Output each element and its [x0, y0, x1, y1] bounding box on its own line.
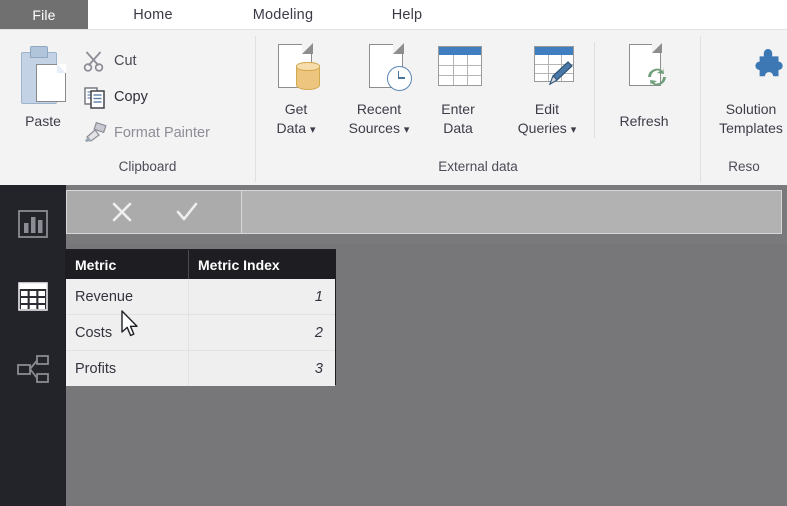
cell-metric[interactable]: Revenue — [66, 279, 188, 314]
bar-chart-icon — [18, 210, 48, 238]
tab-home[interactable]: Home — [88, 0, 218, 29]
tab-bar-filler — [466, 0, 787, 29]
tab-help-label: Help — [391, 6, 423, 23]
tab-home-label: Home — [133, 6, 173, 23]
sidebar-item-report-view[interactable] — [0, 197, 66, 253]
copy-icon — [82, 84, 108, 110]
recent-sources-label-line1: Recent — [356, 101, 402, 117]
recent-sources-button[interactable]: Recent Sources ▾ — [337, 38, 421, 158]
sidebar-item-data-view[interactable] — [0, 269, 66, 325]
tab-modeling[interactable]: Modeling — [218, 0, 348, 29]
view-switcher-sidebar — [0, 185, 66, 506]
cancel-icon[interactable] — [107, 197, 137, 227]
column-header-metric[interactable]: Metric — [66, 250, 188, 279]
table-row[interactable]: Costs 2 — [66, 315, 335, 351]
edit-queries-button[interactable]: Edit Queries ▾ — [506, 38, 588, 158]
copy-button[interactable]: Copy — [82, 80, 148, 114]
get-data-label-line2: Data — [276, 120, 307, 136]
solution-templates-label-line2: Templates — [719, 120, 783, 136]
tab-file-label: File — [32, 6, 56, 23]
table-grid-icon — [18, 282, 48, 311]
table-row[interactable]: Profits 3 — [66, 351, 335, 386]
refresh-button[interactable]: Refresh — [608, 38, 680, 158]
get-data-caret-icon[interactable]: ▾ — [310, 124, 316, 136]
recent-sources-icon — [361, 42, 413, 100]
paste-icon — [16, 44, 70, 110]
get-data-label-line1: Get — [284, 101, 308, 117]
group-label-external-data: External data — [438, 159, 518, 174]
formula-input[interactable] — [242, 191, 781, 233]
cell-metric-index[interactable]: 1 — [188, 279, 335, 314]
puzzle-icon — [735, 42, 787, 100]
get-data-button[interactable]: Get Data ▾ — [266, 38, 326, 158]
enter-data-label-line1: Enter — [441, 101, 475, 117]
refresh-icon — [618, 42, 670, 100]
edit-queries-label-line2: Queries — [517, 120, 567, 136]
recent-sources-caret-icon[interactable]: ▾ — [404, 124, 410, 136]
ribbon-tab-bar: File Home Modeling Help — [0, 0, 787, 29]
formula-bar-inner — [66, 190, 782, 234]
relationships-icon — [17, 355, 49, 383]
enter-data-label-line2: Data — [443, 120, 473, 136]
confirm-icon[interactable] — [172, 197, 202, 227]
recent-sources-label-line2: Sources — [348, 120, 400, 136]
cut-button[interactable]: Cut — [82, 44, 137, 78]
cell-metric[interactable]: Costs — [66, 315, 188, 350]
scissors-icon — [82, 48, 108, 74]
enter-data-button[interactable]: Enter Data — [427, 38, 489, 158]
tab-help[interactable]: Help — [348, 0, 466, 29]
data-table[interactable]: Metric Metric Index Revenue 1 Costs 2 Pr… — [65, 249, 336, 386]
format-painter-icon — [82, 120, 108, 146]
cut-button-label: Cut — [114, 53, 137, 69]
power-bi-window: File Home Modeling Help Paste Cut Copy F… — [0, 0, 787, 506]
copy-button-label: Copy — [114, 89, 148, 105]
sidebar-item-model-view[interactable] — [0, 341, 66, 397]
tab-modeling-label: Modeling — [252, 6, 314, 23]
table-header-row: Metric Metric Index — [66, 250, 335, 279]
group-label-resources: Reso — [728, 159, 760, 174]
ribbon-content: Paste Cut Copy Format Painter Get Data ▾… — [0, 30, 787, 182]
group-separator-3 — [594, 42, 595, 138]
refresh-button-label: Refresh — [619, 113, 669, 129]
edit-queries-caret-icon[interactable]: ▾ — [571, 124, 577, 136]
edit-queries-label-line1: Edit — [534, 101, 560, 117]
table-row[interactable]: Revenue 1 — [66, 279, 335, 315]
ribbon: Paste Cut Copy Format Painter Get Data ▾… — [0, 29, 787, 185]
solution-templates-label-line1: Solution — [725, 101, 777, 117]
enter-data-icon — [432, 42, 484, 100]
get-data-icon — [270, 42, 322, 100]
solution-templates-button[interactable]: Solution Templates — [706, 38, 787, 158]
formula-bar-buttons — [67, 191, 242, 233]
edit-queries-icon — [528, 42, 580, 100]
format-painter-button-label: Format Painter — [114, 125, 210, 141]
paste-button-label: Paste — [25, 113, 61, 129]
column-header-metric-index[interactable]: Metric Index — [188, 250, 335, 279]
formula-bar — [0, 185, 787, 244]
ribbon-group-labels: Clipboard External data Reso — [0, 157, 787, 185]
pencil-icon — [548, 61, 573, 86]
format-painter-button[interactable]: Format Painter — [82, 116, 210, 150]
cell-metric-index[interactable]: 2 — [188, 315, 335, 350]
cell-metric[interactable]: Profits — [66, 351, 188, 386]
group-label-clipboard: Clipboard — [118, 159, 177, 174]
paste-button[interactable]: Paste — [8, 38, 78, 156]
cell-metric-index[interactable]: 3 — [188, 351, 335, 386]
tab-file[interactable]: File — [0, 0, 88, 29]
